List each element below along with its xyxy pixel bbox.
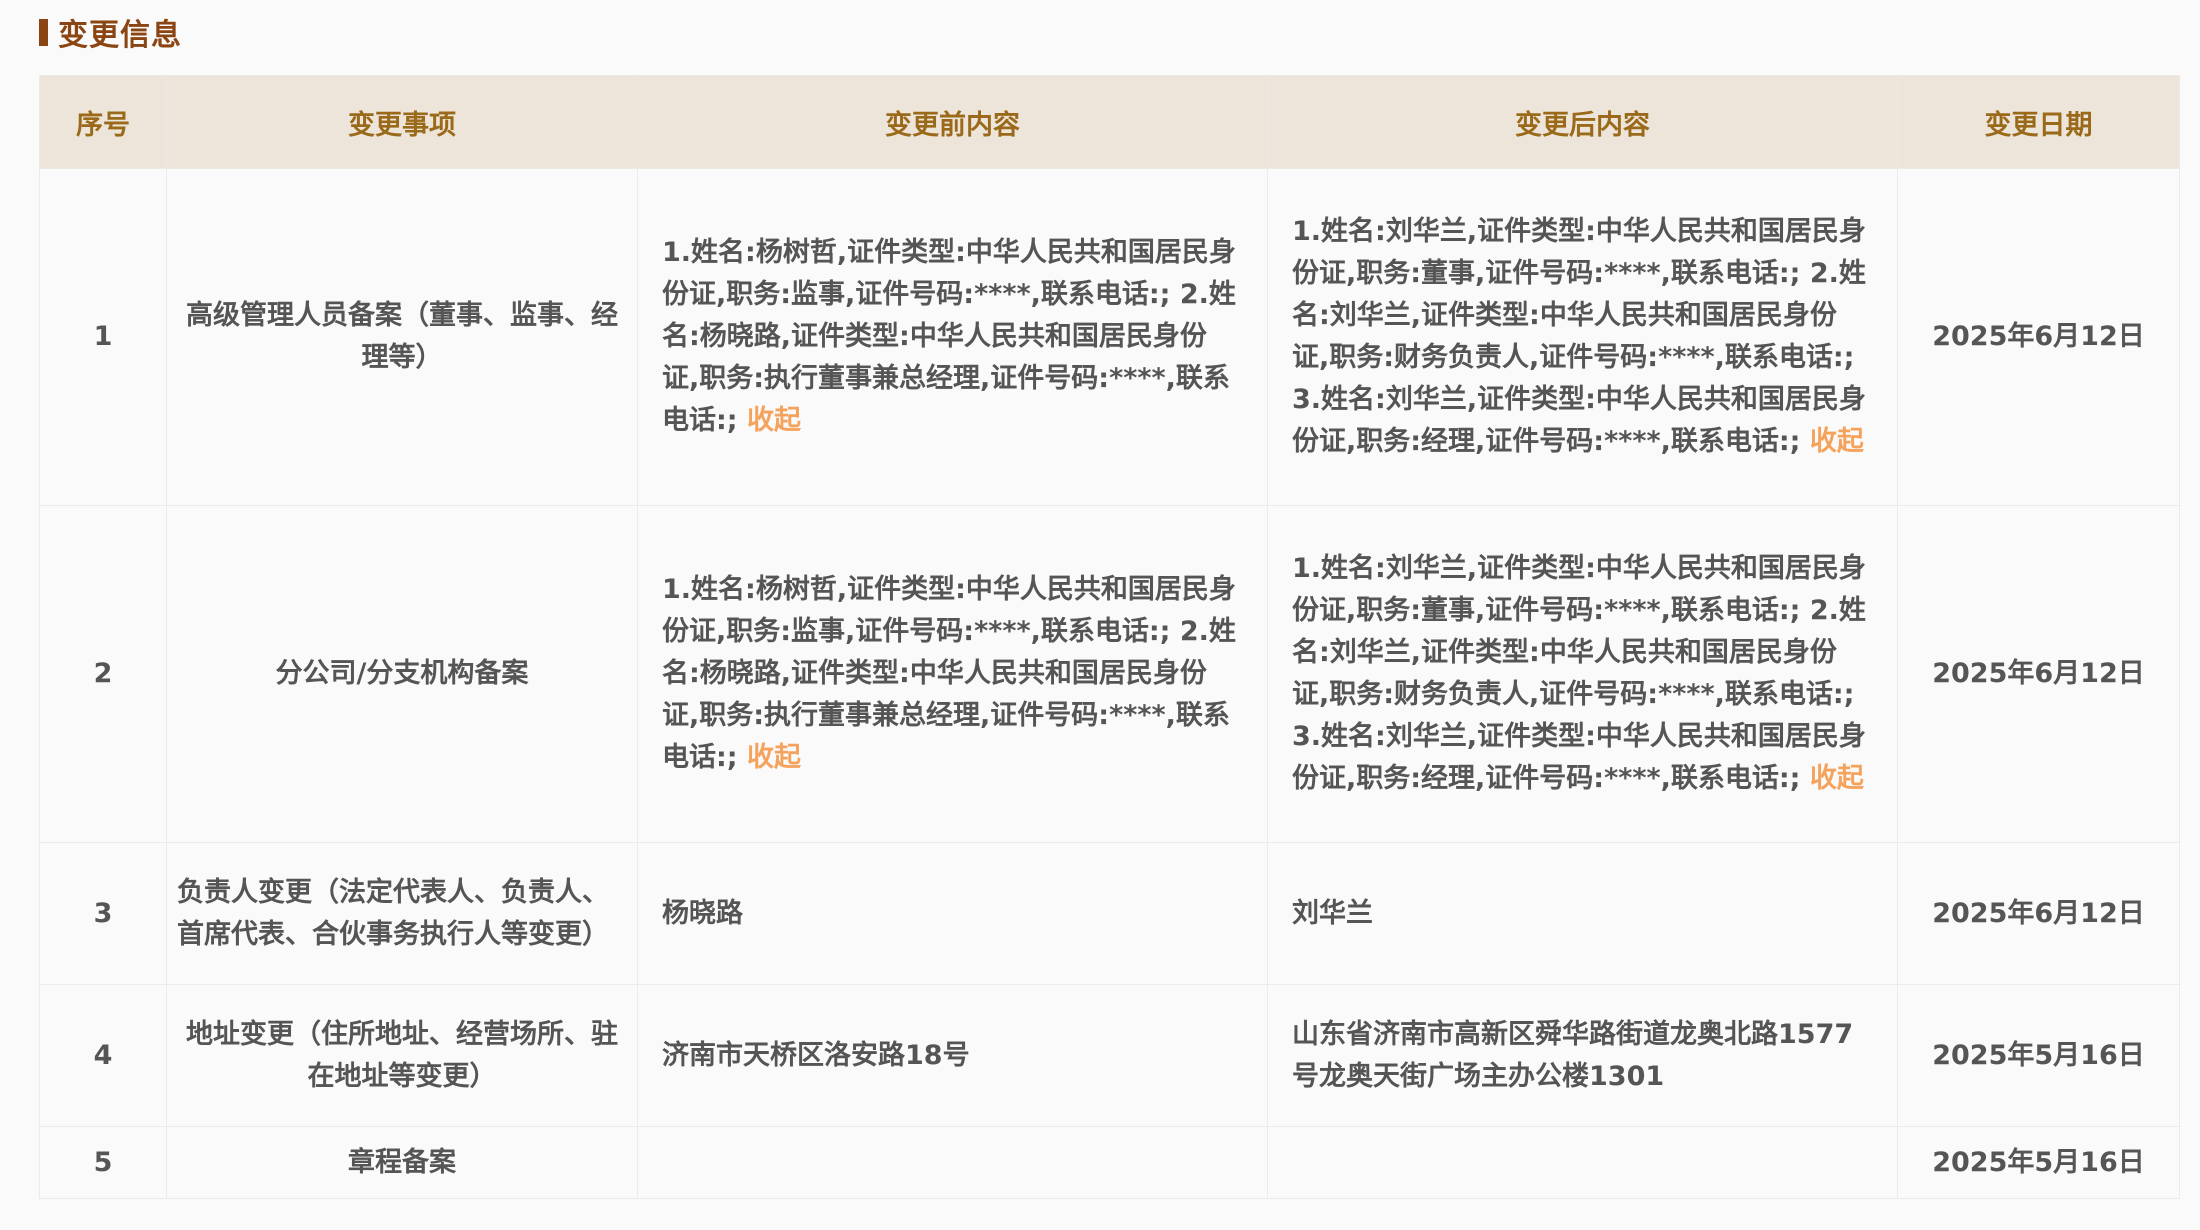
row-seq: 3 — [39, 842, 167, 985]
row-date: 2025年6月12日 — [1897, 842, 2180, 985]
table-row: 5 章程备案 2025年5月16日 — [39, 1126, 2180, 1199]
table-header-row: 序号 变更事项 变更前内容 变更后内容 变更日期 — [39, 75, 2180, 169]
collapse-link[interactable]: 收起 — [1810, 426, 1864, 457]
row-before: 1.姓名:杨树哲,证件类型:中华人民共和国居民身份证,职务:监事,证件号码:**… — [637, 168, 1268, 506]
section-header: 变更信息 — [39, 12, 182, 53]
header-before: 变更前内容 — [637, 75, 1268, 169]
header-after: 变更后内容 — [1267, 75, 1898, 169]
after-content: 1.姓名:刘华兰,证件类型:中华人民共和国居民身份证,职务:董事,证件号码:**… — [1292, 553, 1866, 794]
row-before: 济南市天桥区洛安路18号 — [637, 984, 1268, 1127]
header-date: 变更日期 — [1897, 75, 2180, 169]
table-row: 2 分公司/分支机构备案 1.姓名:杨树哲,证件类型:中华人民共和国居民身份证,… — [39, 505, 2180, 843]
section-marker — [39, 18, 48, 46]
collapse-link[interactable]: 收起 — [1810, 763, 1864, 794]
section-title: 变更信息 — [58, 18, 182, 53]
row-before: 1.姓名:杨树哲,证件类型:中华人民共和国居民身份证,职务:监事,证件号码:**… — [637, 505, 1268, 843]
row-after: 刘华兰 — [1267, 842, 1898, 985]
row-item: 负责人变更（法定代表人、负责人、首席代表、合伙事务执行人等变更） — [166, 842, 638, 985]
row-item: 地址变更（住所地址、经营场所、驻在地址等变更） — [166, 984, 638, 1127]
header-seq: 序号 — [39, 75, 167, 169]
table-row: 4 地址变更（住所地址、经营场所、驻在地址等变更） 济南市天桥区洛安路18号 山… — [39, 984, 2180, 1127]
row-item: 章程备案 — [166, 1126, 638, 1199]
table-row: 1 高级管理人员备案（董事、监事、经理等） 1.姓名:杨树哲,证件类型:中华人民… — [39, 168, 2180, 506]
row-seq: 5 — [39, 1126, 167, 1199]
row-before: 杨晓路 — [637, 842, 1268, 985]
row-after — [1267, 1126, 1898, 1199]
change-info-table: 序号 变更事项 变更前内容 变更后内容 变更日期 1 高级管理人员备案（董事、监… — [39, 75, 2180, 1199]
table-row: 3 负责人变更（法定代表人、负责人、首席代表、合伙事务执行人等变更） 杨晓路 刘… — [39, 842, 2180, 985]
row-after: 山东省济南市高新区舜华路街道龙奥北路1577号龙奥天街广场主办公楼1301 — [1267, 984, 1898, 1127]
row-date: 2025年6月12日 — [1897, 505, 2180, 843]
row-item: 分公司/分支机构备案 — [166, 505, 638, 843]
row-date: 2025年5月16日 — [1897, 1126, 2180, 1199]
after-content: 1.姓名:刘华兰,证件类型:中华人民共和国居民身份证,职务:董事,证件号码:**… — [1292, 216, 1866, 457]
row-before — [637, 1126, 1268, 1199]
row-date: 2025年6月12日 — [1897, 168, 2180, 506]
row-seq: 4 — [39, 984, 167, 1127]
header-item: 变更事项 — [166, 75, 638, 169]
row-item: 高级管理人员备案（董事、监事、经理等） — [166, 168, 638, 506]
collapse-link[interactable]: 收起 — [747, 742, 801, 773]
row-seq: 2 — [39, 505, 167, 843]
collapse-link[interactable]: 收起 — [747, 405, 801, 436]
row-after: 1.姓名:刘华兰,证件类型:中华人民共和国居民身份证,职务:董事,证件号码:**… — [1267, 505, 1898, 843]
row-date: 2025年5月16日 — [1897, 984, 2180, 1127]
row-after: 1.姓名:刘华兰,证件类型:中华人民共和国居民身份证,职务:董事,证件号码:**… — [1267, 168, 1898, 506]
row-seq: 1 — [39, 168, 167, 506]
